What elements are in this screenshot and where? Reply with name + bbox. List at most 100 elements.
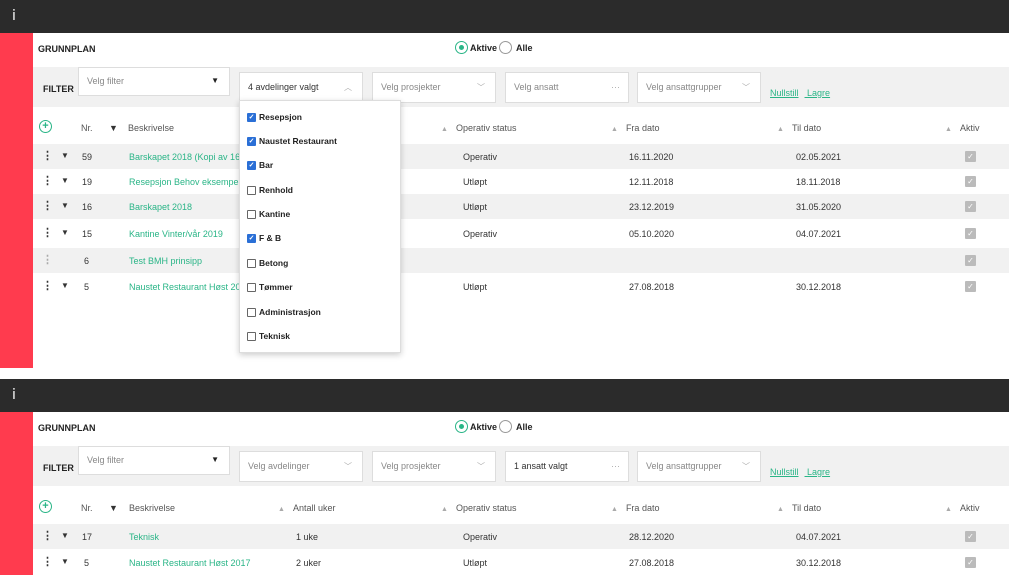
sort-icon: ▲ (945, 126, 952, 133)
dropdown-option-administrasjon[interactable]: Administrasjon (247, 307, 321, 317)
expand-chevron-icon[interactable]: ▼ (61, 176, 69, 185)
dropdown-option-f-and-b[interactable]: ✓ F & B (247, 233, 281, 243)
active-checkbox[interactable]: ✓ (965, 557, 976, 568)
kebab-menu-icon[interactable]: ⋮ (42, 151, 53, 162)
reset-link[interactable]: Nullstill (770, 467, 799, 477)
header-nr[interactable]: Nr. (81, 123, 93, 133)
panel-top: i GRUNNPLAN Aktive Alle FILTER Velg filt… (0, 0, 1009, 368)
sort-desc-icon[interactable]: ▼ (109, 123, 118, 133)
dropdown-option-kantine[interactable]: Kantine (247, 209, 290, 219)
table-row[interactable]: ⋮ ▼ 5 Naustet Restaurant Høst 20 Utløpt … (33, 274, 1009, 299)
checkbox-empty-icon (247, 258, 256, 268)
kebab-menu-icon[interactable]: ⋮ (42, 201, 53, 212)
dropdown-option-tommer[interactable]: Tømmer (247, 282, 293, 292)
header-active[interactable]: ▲ Aktiv (945, 503, 979, 513)
table-row[interactable]: ⋮ ▼ 5 Naustet Restaurant Høst 2017 2 uke… (33, 550, 1009, 575)
radio-active[interactable] (455, 41, 468, 54)
employee-select[interactable]: 1 ansatt valgt ··· (505, 451, 629, 482)
row-from-date: 12.11.2018 (629, 177, 674, 187)
top-bar: i (0, 0, 1009, 33)
expand-chevron-icon[interactable]: ▼ (61, 281, 69, 290)
active-checkbox[interactable]: ✓ (965, 228, 976, 239)
row-to-date: 02.05.2021 (796, 152, 842, 162)
active-checkbox[interactable]: ✓ (965, 201, 976, 212)
row-description[interactable]: Kantine Vinter/vår 2019 (129, 229, 223, 239)
row-nr: 5 (84, 558, 90, 568)
header-weeks[interactable]: ▲ Antall uker (278, 503, 335, 513)
kebab-menu-icon[interactable]: ⋮ (42, 255, 53, 266)
row-description[interactable]: Naustet Restaurant Høst 20 (129, 282, 241, 292)
dropdown-option-naustet-restaurant[interactable]: ✓ Naustet Restaurant (247, 136, 337, 146)
row-description[interactable]: Teknisk (129, 532, 159, 542)
dropdown-option-bar[interactable]: ✓ Bar (247, 160, 273, 170)
row-description[interactable]: Barskapet 2018 (Kopi av 16 (129, 152, 240, 162)
reset-link[interactable]: Nullstill (770, 88, 799, 98)
table-row[interactable]: ⋮ ▼ 16 Barskapet 2018 Utløpt 23.12.2019 … (33, 194, 1009, 219)
sort-desc-icon[interactable]: ▼ (109, 503, 118, 513)
row-status: Utløpt (463, 202, 488, 212)
dropdown-option-betong[interactable]: Betong (247, 258, 288, 268)
radio-active[interactable] (455, 420, 468, 433)
info-icon[interactable]: i (12, 8, 16, 24)
row-nr: 17 (82, 532, 93, 542)
header-active[interactable]: ▲ Aktiv (945, 123, 979, 133)
table-row[interactable]: ⋮ ▼ 17 Teknisk 1 uke Operativ 28.12.2020… (33, 524, 1009, 549)
project-select[interactable]: Velg prosjekter ﹀ (372, 72, 496, 103)
filter-select-value: Velg filter (87, 76, 125, 86)
radio-all[interactable] (499, 41, 513, 54)
add-icon[interactable]: + (39, 120, 52, 133)
header-to-date[interactable]: ▲ Til dato (777, 123, 821, 133)
save-link[interactable]: Lagre (807, 88, 830, 98)
kebab-menu-icon[interactable]: ⋮ (42, 228, 53, 239)
table-row[interactable]: ⋮ ▼ 59 Barskapet 2018 (Kopi av 16 Operat… (33, 144, 1009, 169)
expand-chevron-icon[interactable]: ▼ (61, 151, 69, 160)
expand-chevron-icon[interactable]: ▼ (61, 531, 69, 540)
active-checkbox[interactable]: ✓ (965, 255, 976, 266)
row-description[interactable]: Barskapet 2018 (129, 202, 192, 212)
save-link[interactable]: Lagre (807, 467, 830, 477)
header-operative-status[interactable]: ▲ Operativ status (441, 123, 516, 133)
filter-select[interactable]: Velg filter ▼ (78, 67, 230, 96)
info-icon[interactable]: i (12, 387, 16, 403)
kebab-menu-icon[interactable]: ⋮ (42, 176, 53, 187)
row-description[interactable]: Naustet Restaurant Høst 2017 (129, 558, 251, 568)
filter-select[interactable]: Velg filter ▼ (78, 446, 230, 475)
expand-chevron-icon[interactable]: ▼ (61, 557, 69, 566)
employee-select[interactable]: Velg ansatt ··· (505, 72, 629, 103)
employee-group-select[interactable]: Velg ansattgrupper ﹀ (637, 72, 761, 103)
kebab-menu-icon[interactable]: ⋮ (42, 531, 53, 542)
header-description[interactable]: Beskrivelse (129, 503, 175, 513)
expand-chevron-icon[interactable]: ▼ (61, 228, 69, 237)
department-select[interactable]: 4 avdelinger valgt ︿ (239, 72, 363, 103)
radio-all[interactable] (499, 420, 513, 433)
header-nr[interactable]: Nr. (81, 503, 93, 513)
table-row[interactable]: ⋮ ▼ 19 Resepsjon Behov eksempel Utløpt 1… (33, 169, 1009, 194)
dropdown-option-teknisk[interactable]: Teknisk (247, 331, 290, 341)
header-operative-status[interactable]: ▲ Operativ status (441, 503, 516, 513)
header-from-date[interactable]: ▲ Fra dato (611, 123, 659, 133)
header-description[interactable]: Beskrivelse (128, 123, 174, 133)
table-row[interactable]: ⋮ ▼ 15 Kantine Vinter/vår 2019 Operativ … (33, 221, 1009, 246)
row-description[interactable]: Test BMH prinsipp (129, 256, 202, 266)
dropdown-option-renhold[interactable]: Renhold (247, 185, 293, 195)
row-description[interactable]: Resepsjon Behov eksempel (129, 177, 241, 187)
expand-chevron-icon[interactable]: ▼ (61, 201, 69, 210)
active-checkbox[interactable]: ✓ (965, 281, 976, 292)
project-select[interactable]: Velg prosjekter ﹀ (372, 451, 496, 482)
add-icon[interactable]: + (39, 500, 52, 513)
active-checkbox[interactable]: ✓ (965, 151, 976, 162)
row-from-date: 27.08.2018 (629, 282, 675, 292)
option-label: Bar (259, 160, 274, 170)
radio-all-label: Alle (516, 42, 533, 53)
header-active-label: Aktiv (959, 123, 980, 133)
active-checkbox[interactable]: ✓ (965, 176, 976, 187)
table-row[interactable]: ⋮ 6 Test BMH prinsipp ✓ (33, 248, 1009, 273)
active-checkbox[interactable]: ✓ (965, 531, 976, 542)
header-to-date[interactable]: ▲ Til dato (777, 503, 821, 513)
kebab-menu-icon[interactable]: ⋮ (42, 557, 53, 568)
employee-group-select[interactable]: Velg ansattgrupper ﹀ (637, 451, 761, 482)
dropdown-option-resepsjon[interactable]: ✓ Resepsjon (247, 112, 302, 122)
header-from-date[interactable]: ▲ Fra dato (611, 503, 659, 513)
kebab-menu-icon[interactable]: ⋮ (42, 281, 53, 292)
department-select[interactable]: Velg avdelinger ﹀ (239, 451, 363, 482)
